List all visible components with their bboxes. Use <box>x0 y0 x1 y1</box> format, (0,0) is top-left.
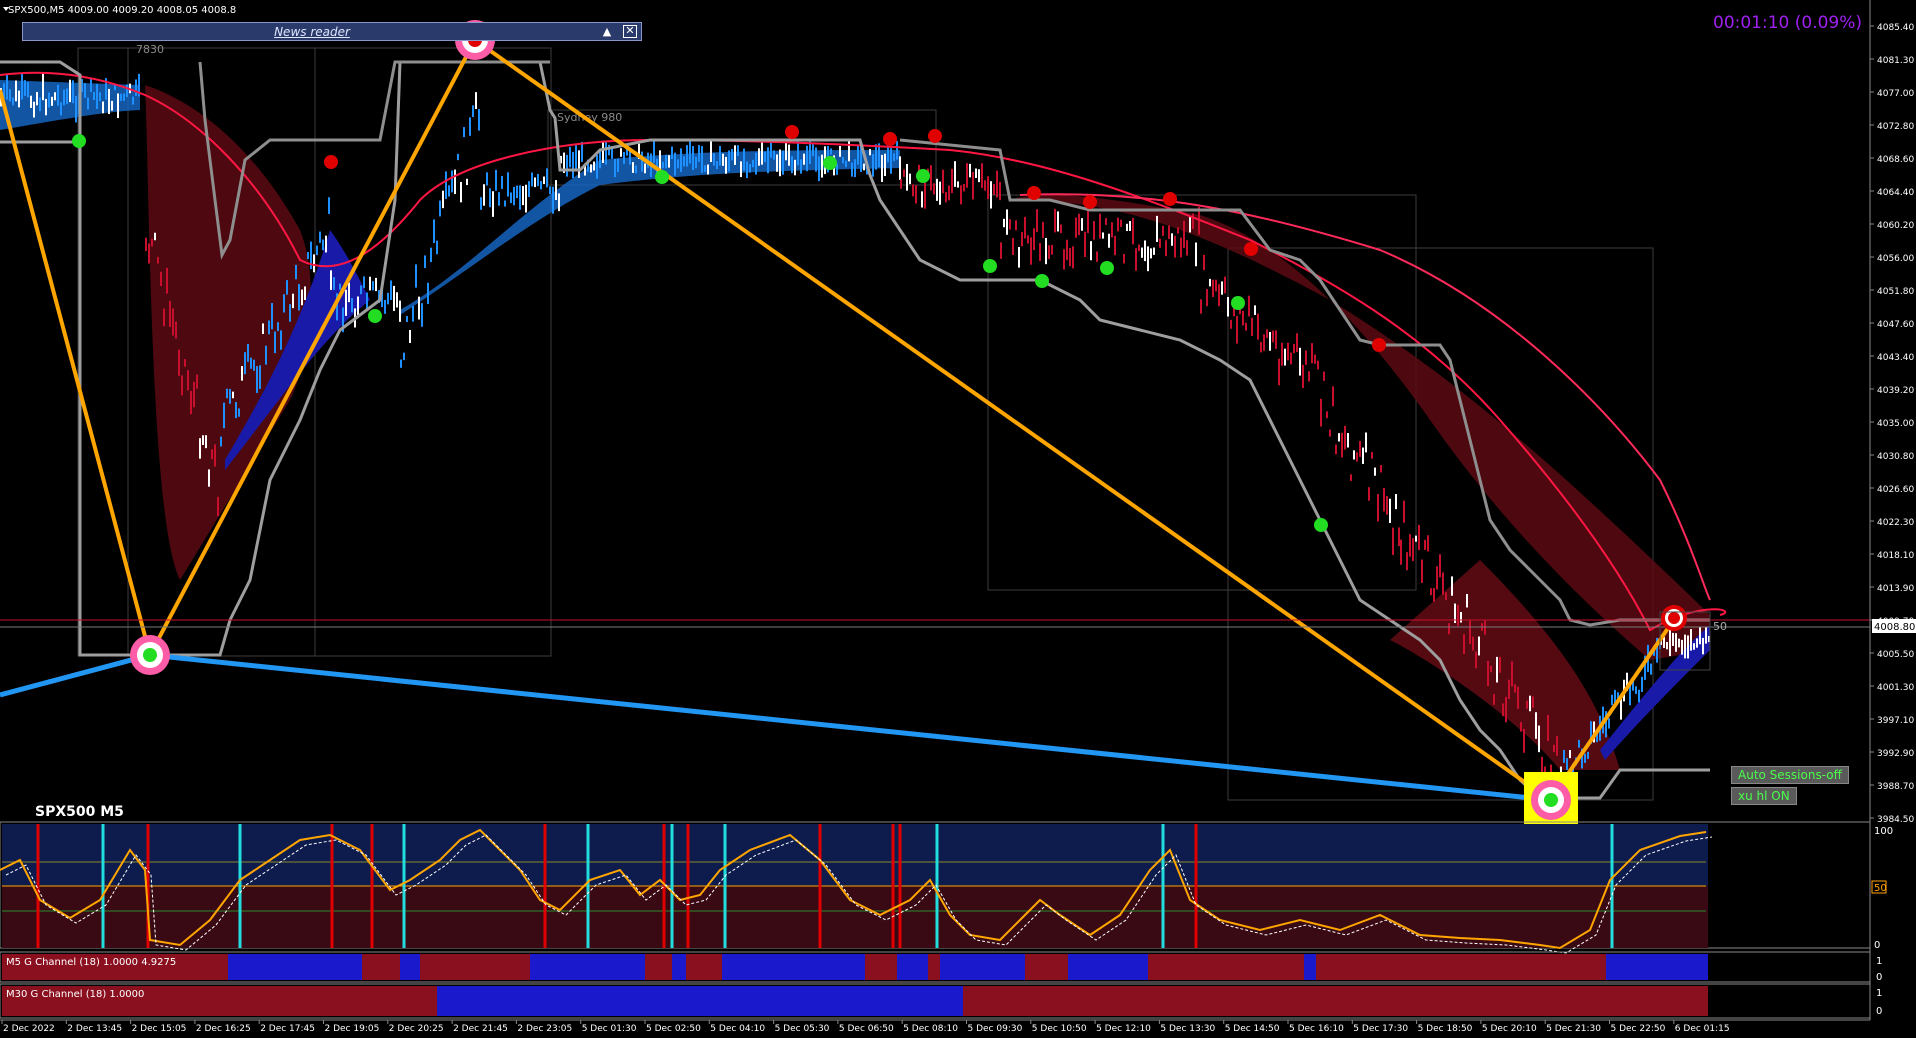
price-axis-label: 4001.30 <box>1877 683 1914 693</box>
time-axis-label: 2 Dec 15:05 <box>132 1024 187 1034</box>
price-axis-label: 4060.20 <box>1877 221 1914 231</box>
osc-level-100: 100 <box>1874 826 1893 837</box>
m30-channel-label: M30 G Channel (18) 1.0000 <box>6 989 144 1000</box>
time-axis-label: 2 Dec 19:05 <box>325 1024 380 1034</box>
time-axis-label: 5 Dec 14:50 <box>1225 1024 1280 1034</box>
time-axis-label: 5 Dec 17:30 <box>1353 1024 1408 1034</box>
time-axis-label: 5 Dec 02:50 <box>646 1024 701 1034</box>
price-axis-label: 4022.30 <box>1877 518 1914 528</box>
price-axis-label: 4035.00 <box>1877 419 1914 429</box>
m5-level-0: 0 <box>1876 972 1882 983</box>
news-reader-title[interactable]: News reader <box>23 25 601 39</box>
time-axis-label: 5 Dec 12:10 <box>1096 1024 1151 1034</box>
time-axis-label: 2 Dec 13:45 <box>67 1024 122 1034</box>
m5-level-1: 1 <box>1876 956 1882 967</box>
osc-lower-zone <box>2 886 1708 948</box>
pivot-top-label: 7830 <box>136 43 164 56</box>
time-axis-label: 5 Dec 05:30 <box>775 1024 830 1034</box>
price-axis-label: 4026.60 <box>1877 485 1914 495</box>
price-axis-label: 4030.80 <box>1877 452 1914 462</box>
price-axis-label: 4068.60 <box>1877 155 1914 165</box>
osc-level-50: 50 <box>1874 883 1887 894</box>
price-tag: 4008.80 <box>1874 622 1915 633</box>
time-axis-label: 5 Dec 08:10 <box>903 1024 958 1034</box>
price-axis-label: 3988.70 <box>1877 782 1914 792</box>
time-axis-label: 5 Dec 22:50 <box>1611 1024 1666 1034</box>
time-axis-label: 5 Dec 20:10 <box>1482 1024 1537 1034</box>
pivot-marker-low-right <box>1531 780 1571 820</box>
time-axis-label: 2 Dec 23:05 <box>517 1024 572 1034</box>
collapse-up-icon[interactable]: ▲ <box>599 24 615 39</box>
price-axis-label: 4081.30 <box>1877 56 1914 66</box>
news-reader-bar[interactable]: News reader ▲ ✕ <box>22 22 642 41</box>
time-axis-label: 5 Dec 04:10 <box>710 1024 765 1034</box>
price-axis-label: 4064.40 <box>1877 188 1914 198</box>
price-axis-label: 3997.10 <box>1877 716 1914 726</box>
price-axis-label: 4043.40 <box>1877 353 1914 363</box>
price-axis-label: 4018.10 <box>1877 551 1914 561</box>
m30-channel-bars <box>2 986 1708 1016</box>
time-axis-labels: 2 Dec 2022 2 Dec 13:45 2 Dec 15:05 2 Dec 16… <box>1 1020 1730 1034</box>
price-axis-label: 4051.80 <box>1877 287 1914 297</box>
price-axis-label: 4047.60 <box>1877 320 1914 330</box>
time-axis-label: 6 Dec 01:15 <box>1675 1024 1730 1034</box>
price-axis-label: 4072.80 <box>1877 122 1914 132</box>
auto-sessions-button[interactable]: Auto Sessions-off <box>1731 766 1849 784</box>
m5-channel-label: M5 G Channel (18) 1.0000 4.9275 <box>6 957 176 968</box>
timer-readout: 00:01:10 (0.09%) <box>1713 13 1862 33</box>
time-axis-label: 5 Dec 06:50 <box>839 1024 894 1034</box>
time-axis-label: 5 Dec 09:30 <box>968 1024 1023 1034</box>
pivot-marker-low-left <box>130 635 170 675</box>
time-axis-label: 5 Dec 01:30 <box>582 1024 637 1034</box>
time-axis-label: 2 Dec 2022 <box>3 1024 55 1034</box>
time-axis-label: 5 Dec 10:50 <box>1032 1024 1087 1034</box>
xu-hl-button[interactable]: xu hl ON <box>1731 787 1797 805</box>
chart-canvas[interactable]: Sydney 980 7830 50 4085.404081.304077.00… <box>0 0 1916 1038</box>
m30-level-1: 1 <box>1876 988 1882 999</box>
price-axis-label: 4077.00 <box>1877 89 1914 99</box>
time-axis-label: 5 Dec 13:30 <box>1160 1024 1215 1034</box>
price-axis-label: 4056.00 <box>1877 254 1914 264</box>
time-axis-label: 2 Dec 17:45 <box>260 1024 315 1034</box>
time-axis-label: 2 Dec 20:25 <box>389 1024 444 1034</box>
m5-channel-bars <box>2 954 1708 980</box>
price-axis-label: 3984.50 <box>1877 815 1914 825</box>
right-mark-label: 50 <box>1713 620 1727 633</box>
symbol-info: SPX500,M5 4009.00 4009.20 4008.05 4008.8 <box>8 5 236 16</box>
time-axis-label: 2 Dec 21:45 <box>453 1024 508 1034</box>
time-axis-label: 5 Dec 16:10 <box>1289 1024 1344 1034</box>
osc-upper-zone <box>2 824 1708 886</box>
m30-level-0: 0 <box>1876 1006 1882 1017</box>
time-axis-label: 2 Dec 16:25 <box>196 1024 251 1034</box>
price-axis-label: 4039.20 <box>1877 386 1914 396</box>
price-axis-label: 3992.90 <box>1877 749 1914 759</box>
close-icon[interactable]: ✕ <box>623 25 637 38</box>
price-axis-label: 4013.90 <box>1877 584 1914 594</box>
price-axis-label: 4085.40 <box>1877 23 1914 33</box>
pivot-marker-current <box>1661 605 1687 631</box>
price-axis-label: 4005.50 <box>1877 650 1914 660</box>
chart-label: SPX500 M5 <box>35 804 124 820</box>
time-axis-label: 5 Dec 21:30 <box>1546 1024 1601 1034</box>
time-axis-label: 5 Dec 18:50 <box>1418 1024 1473 1034</box>
osc-level-0: 0 <box>1874 940 1880 951</box>
